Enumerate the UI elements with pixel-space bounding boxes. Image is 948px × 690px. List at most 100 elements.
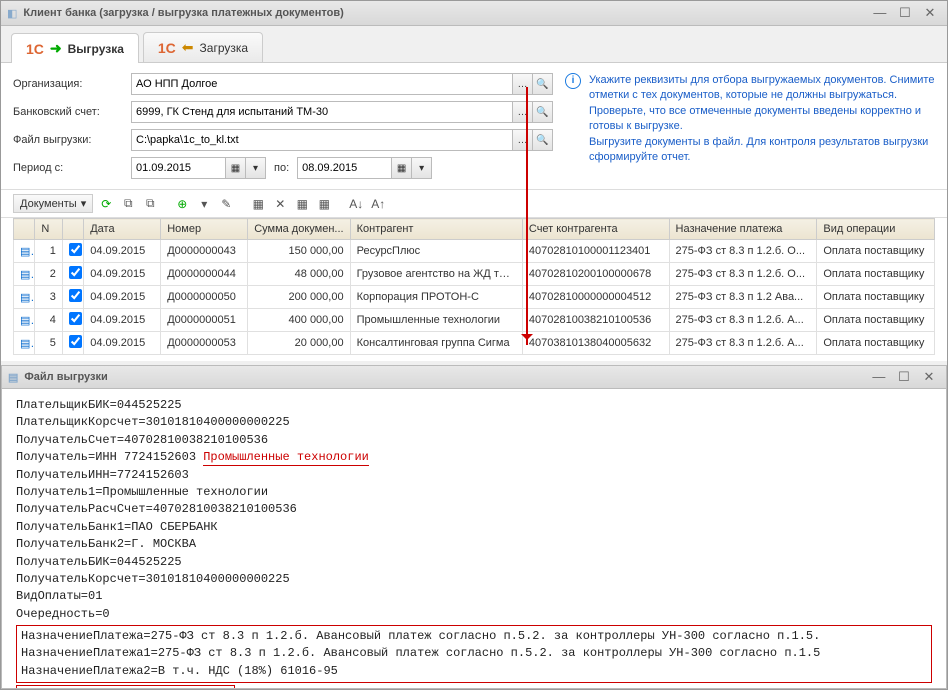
org-open-button[interactable]: 🔍 — [533, 73, 553, 95]
tool2-icon[interactable]: ✕ — [271, 195, 289, 213]
col-num[interactable]: Номер — [161, 219, 248, 240]
file-line: ПолучательБанк1=ПАО СБЕРБАНК — [16, 519, 932, 536]
app-icon: ◧ — [7, 7, 17, 20]
cell-optype: Оплата поставщику — [817, 240, 935, 263]
col-icon[interactable] — [14, 219, 35, 240]
copy2-icon[interactable]: ⧉ — [141, 195, 159, 213]
row-checkbox[interactable] — [62, 332, 83, 355]
account-label: Банковский счет: — [13, 106, 123, 118]
file-label: Файл выгрузки: — [13, 134, 123, 146]
col-date[interactable]: Дата — [84, 219, 161, 240]
table-row[interactable]: ▤304.09.2015Д0000000050200 000,00Корпора… — [14, 286, 935, 309]
cell-purpose: 275-ФЗ ст 8.3 п 1.2.б. О... — [669, 263, 817, 286]
hint-text: Укажите реквизиты для отбора выгружаемых… — [589, 73, 935, 179]
add-dropdown-icon[interactable]: ▾ — [195, 195, 213, 213]
arrow-out-icon: ➜ — [50, 40, 62, 57]
cell-optype: Оплата поставщику — [817, 263, 935, 286]
refresh-icon[interactable]: ⟳ — [97, 195, 115, 213]
col-optype[interactable]: Вид операции — [817, 219, 935, 240]
file-open-button[interactable]: 🔍 — [533, 129, 553, 151]
org-select-button[interactable]: … — [513, 73, 533, 95]
col-purpose[interactable]: Назначение платежа — [669, 219, 817, 240]
cell-contragent: Консалтинговая группа Сигма — [350, 332, 522, 355]
minimize-button[interactable]: — — [869, 5, 891, 20]
period-from-calendar-button[interactable]: ▦ — [226, 157, 246, 179]
sort-desc-icon[interactable]: A↑ — [369, 195, 387, 213]
info-icon: i — [565, 73, 581, 89]
edit-icon[interactable]: ✎ — [217, 195, 235, 213]
annotation-arrow — [526, 87, 528, 345]
arrow-in-icon: ⬅ — [182, 39, 194, 56]
sub-minimize-button[interactable]: — — [868, 369, 890, 384]
sort-asc-icon[interactable]: A↓ — [347, 195, 365, 213]
tab-import[interactable]: 1C ⬅ Загрузка — [143, 32, 263, 62]
tab-export[interactable]: 1C ➜ Выгрузка — [11, 33, 139, 63]
file-select-button[interactable]: … — [513, 129, 533, 151]
documents-menu-button[interactable]: Документы ▾ — [13, 194, 93, 213]
file-content[interactable]: ПлательщикБИК=044525225 ПлательщикКорсче… — [1, 389, 947, 689]
file-input[interactable] — [131, 129, 513, 151]
cell-contragent: РесурсПлюс — [350, 240, 522, 263]
sub-titlebar: ▤ Файл выгрузки — ☐ ✕ — [1, 365, 947, 389]
table-row[interactable]: ▤104.09.2015Д0000000043150 000,00РесурсП… — [14, 240, 935, 263]
file-line: ПлательщикКорсчет=30101810400000000225 — [16, 414, 932, 431]
row-checkbox[interactable] — [62, 240, 83, 263]
tool1-icon[interactable]: ▦ — [249, 195, 267, 213]
file-line: ПлательщикБИК=044525225 — [16, 397, 932, 414]
col-contragent[interactable]: Контрагент — [350, 219, 522, 240]
period-to-label: по: — [274, 162, 289, 174]
hint-panel: i Укажите реквизиты для отбора выгружаем… — [565, 73, 935, 179]
file-line: ПолучательБИК=044525225 — [16, 554, 932, 571]
row-checkbox[interactable] — [62, 263, 83, 286]
row-icon: ▤ — [14, 263, 35, 286]
period-from-input[interactable] — [131, 157, 226, 179]
tool3-icon[interactable]: ▦ — [293, 195, 311, 213]
org-input[interactable] — [131, 73, 513, 95]
sub-close-button[interactable]: ✕ — [918, 369, 940, 385]
maximize-button[interactable]: ☐ — [894, 5, 916, 21]
account-input[interactable] — [131, 101, 513, 123]
tool4-icon[interactable]: ▦ — [315, 195, 333, 213]
col-n[interactable]: N — [35, 219, 63, 240]
file-line: Получатель=ИНН 7724152603 Промышленные т… — [16, 449, 932, 466]
cell-sum: 20 000,00 — [248, 332, 350, 355]
period-to-input[interactable] — [297, 157, 392, 179]
cell-acc: 40702810000000004512 — [522, 286, 669, 309]
cell-n: 1 — [35, 240, 63, 263]
file-line: НазначениеПлатежа=275-ФЗ ст 8.3 п 1.2.б.… — [21, 628, 927, 645]
logo-icon: 1C — [26, 41, 44, 57]
sub-window-title: Файл выгрузки — [24, 371, 107, 383]
cell-optype: Оплата поставщику — [817, 332, 935, 355]
cell-sum: 48 000,00 — [248, 263, 350, 286]
row-checkbox[interactable] — [62, 286, 83, 309]
period-to-dropdown-button[interactable]: ▾ — [412, 157, 432, 179]
row-checkbox[interactable] — [62, 309, 83, 332]
cell-n: 3 — [35, 286, 63, 309]
account-open-button[interactable]: 🔍 — [533, 101, 553, 123]
table-row[interactable]: ▤204.09.2015Д000000004448 000,00Грузовое… — [14, 263, 935, 286]
window-title: Клиент банка (загрузка / выгрузка платеж… — [23, 7, 343, 19]
cell-optype: Оплата поставщику — [817, 286, 935, 309]
highlighted-receiver: Промышленные технологии — [203, 450, 369, 466]
table-row[interactable]: ▤504.09.2015Д000000005320 000,00Консалти… — [14, 332, 935, 355]
close-button[interactable]: ✕ — [919, 5, 941, 21]
copy-icon[interactable]: ⧉ — [119, 195, 137, 213]
col-acc[interactable]: Счет контрагента — [522, 219, 669, 240]
col-sum[interactable]: Сумма докумен... — [248, 219, 350, 240]
cell-n: 4 — [35, 309, 63, 332]
titlebar: ◧ Клиент банка (загрузка / выгрузка плат… — [1, 1, 947, 26]
tab-import-label: Загрузка — [200, 41, 249, 55]
add-icon[interactable]: ⊕ — [173, 195, 191, 213]
period-from-dropdown-button[interactable]: ▾ — [246, 157, 266, 179]
period-to-calendar-button[interactable]: ▦ — [392, 157, 412, 179]
cell-sum: 400 000,00 — [248, 309, 350, 332]
period-from-label: Период с: — [13, 162, 123, 174]
cell-num: Д0000000044 — [161, 263, 248, 286]
file-icon: ▤ — [8, 371, 18, 384]
table-row[interactable]: ▤404.09.2015Д0000000051400 000,00Промышл… — [14, 309, 935, 332]
col-check[interactable] — [62, 219, 83, 240]
sub-maximize-button[interactable]: ☐ — [893, 369, 915, 385]
file-line: ПолучательРасчСчет=40702810038210100536 — [16, 501, 932, 518]
highlighted-purpose-box: НазначениеПлатежа=275-ФЗ ст 8.3 п 1.2.б.… — [16, 625, 932, 683]
account-select-button[interactable]: … — [513, 101, 533, 123]
